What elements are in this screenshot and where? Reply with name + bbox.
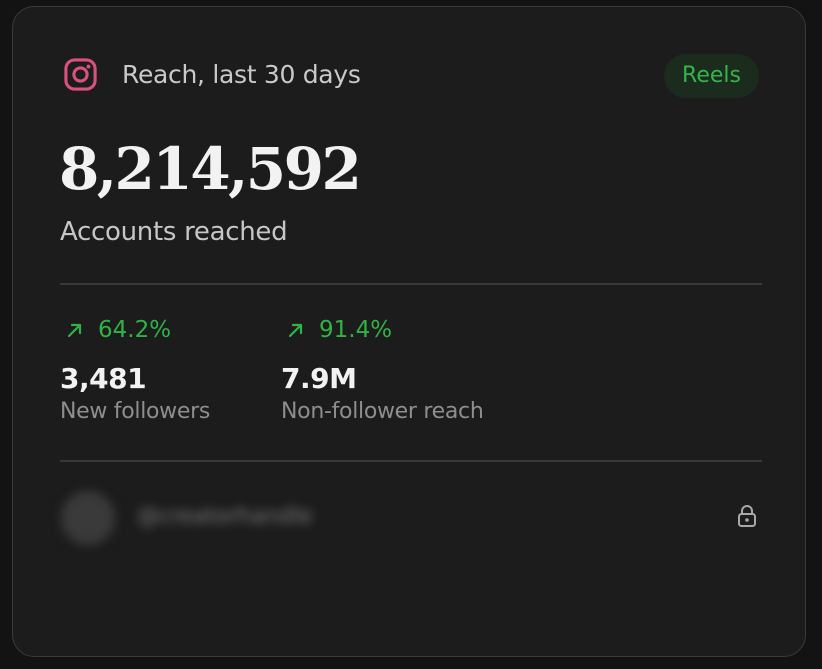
stat-value: 3,481 [60, 362, 147, 395]
stat-label: Non-follower reach [281, 399, 484, 424]
card-title: Reach, last 30 days [122, 60, 361, 89]
new-followers-stat: 64.2% 3,481 New followers [60, 316, 210, 424]
instagram-icon [64, 58, 97, 91]
lock-icon[interactable] [736, 504, 758, 528]
stat-change: 91.4% [281, 316, 483, 344]
divider [60, 460, 762, 462]
stat-change: 64.2% [60, 316, 210, 344]
avatar [61, 491, 115, 545]
non-follower-reach-stat: 91.4% 7.9M Non-follower reach [281, 316, 484, 424]
divider [60, 283, 762, 285]
arrow-up-right-icon [288, 323, 303, 338]
account-handle: @creatorhandle [137, 504, 313, 529]
stat-change-value: 64.2% [98, 317, 172, 343]
stat-value: 7.9M [281, 362, 357, 395]
stat-change-value: 91.4% [319, 317, 393, 343]
reels-badge[interactable]: Reels [664, 54, 759, 98]
accounts-reached-value: 8,214,592 [59, 135, 362, 203]
card-header: Reach, last 30 days [63, 57, 361, 92]
accounts-reached-label: Accounts reached [60, 217, 288, 247]
stat-label: New followers [60, 399, 211, 424]
reach-card: Reach, last 30 days Reels 8,214,592 Acco… [12, 6, 806, 657]
arrow-up-right-icon [67, 323, 82, 338]
